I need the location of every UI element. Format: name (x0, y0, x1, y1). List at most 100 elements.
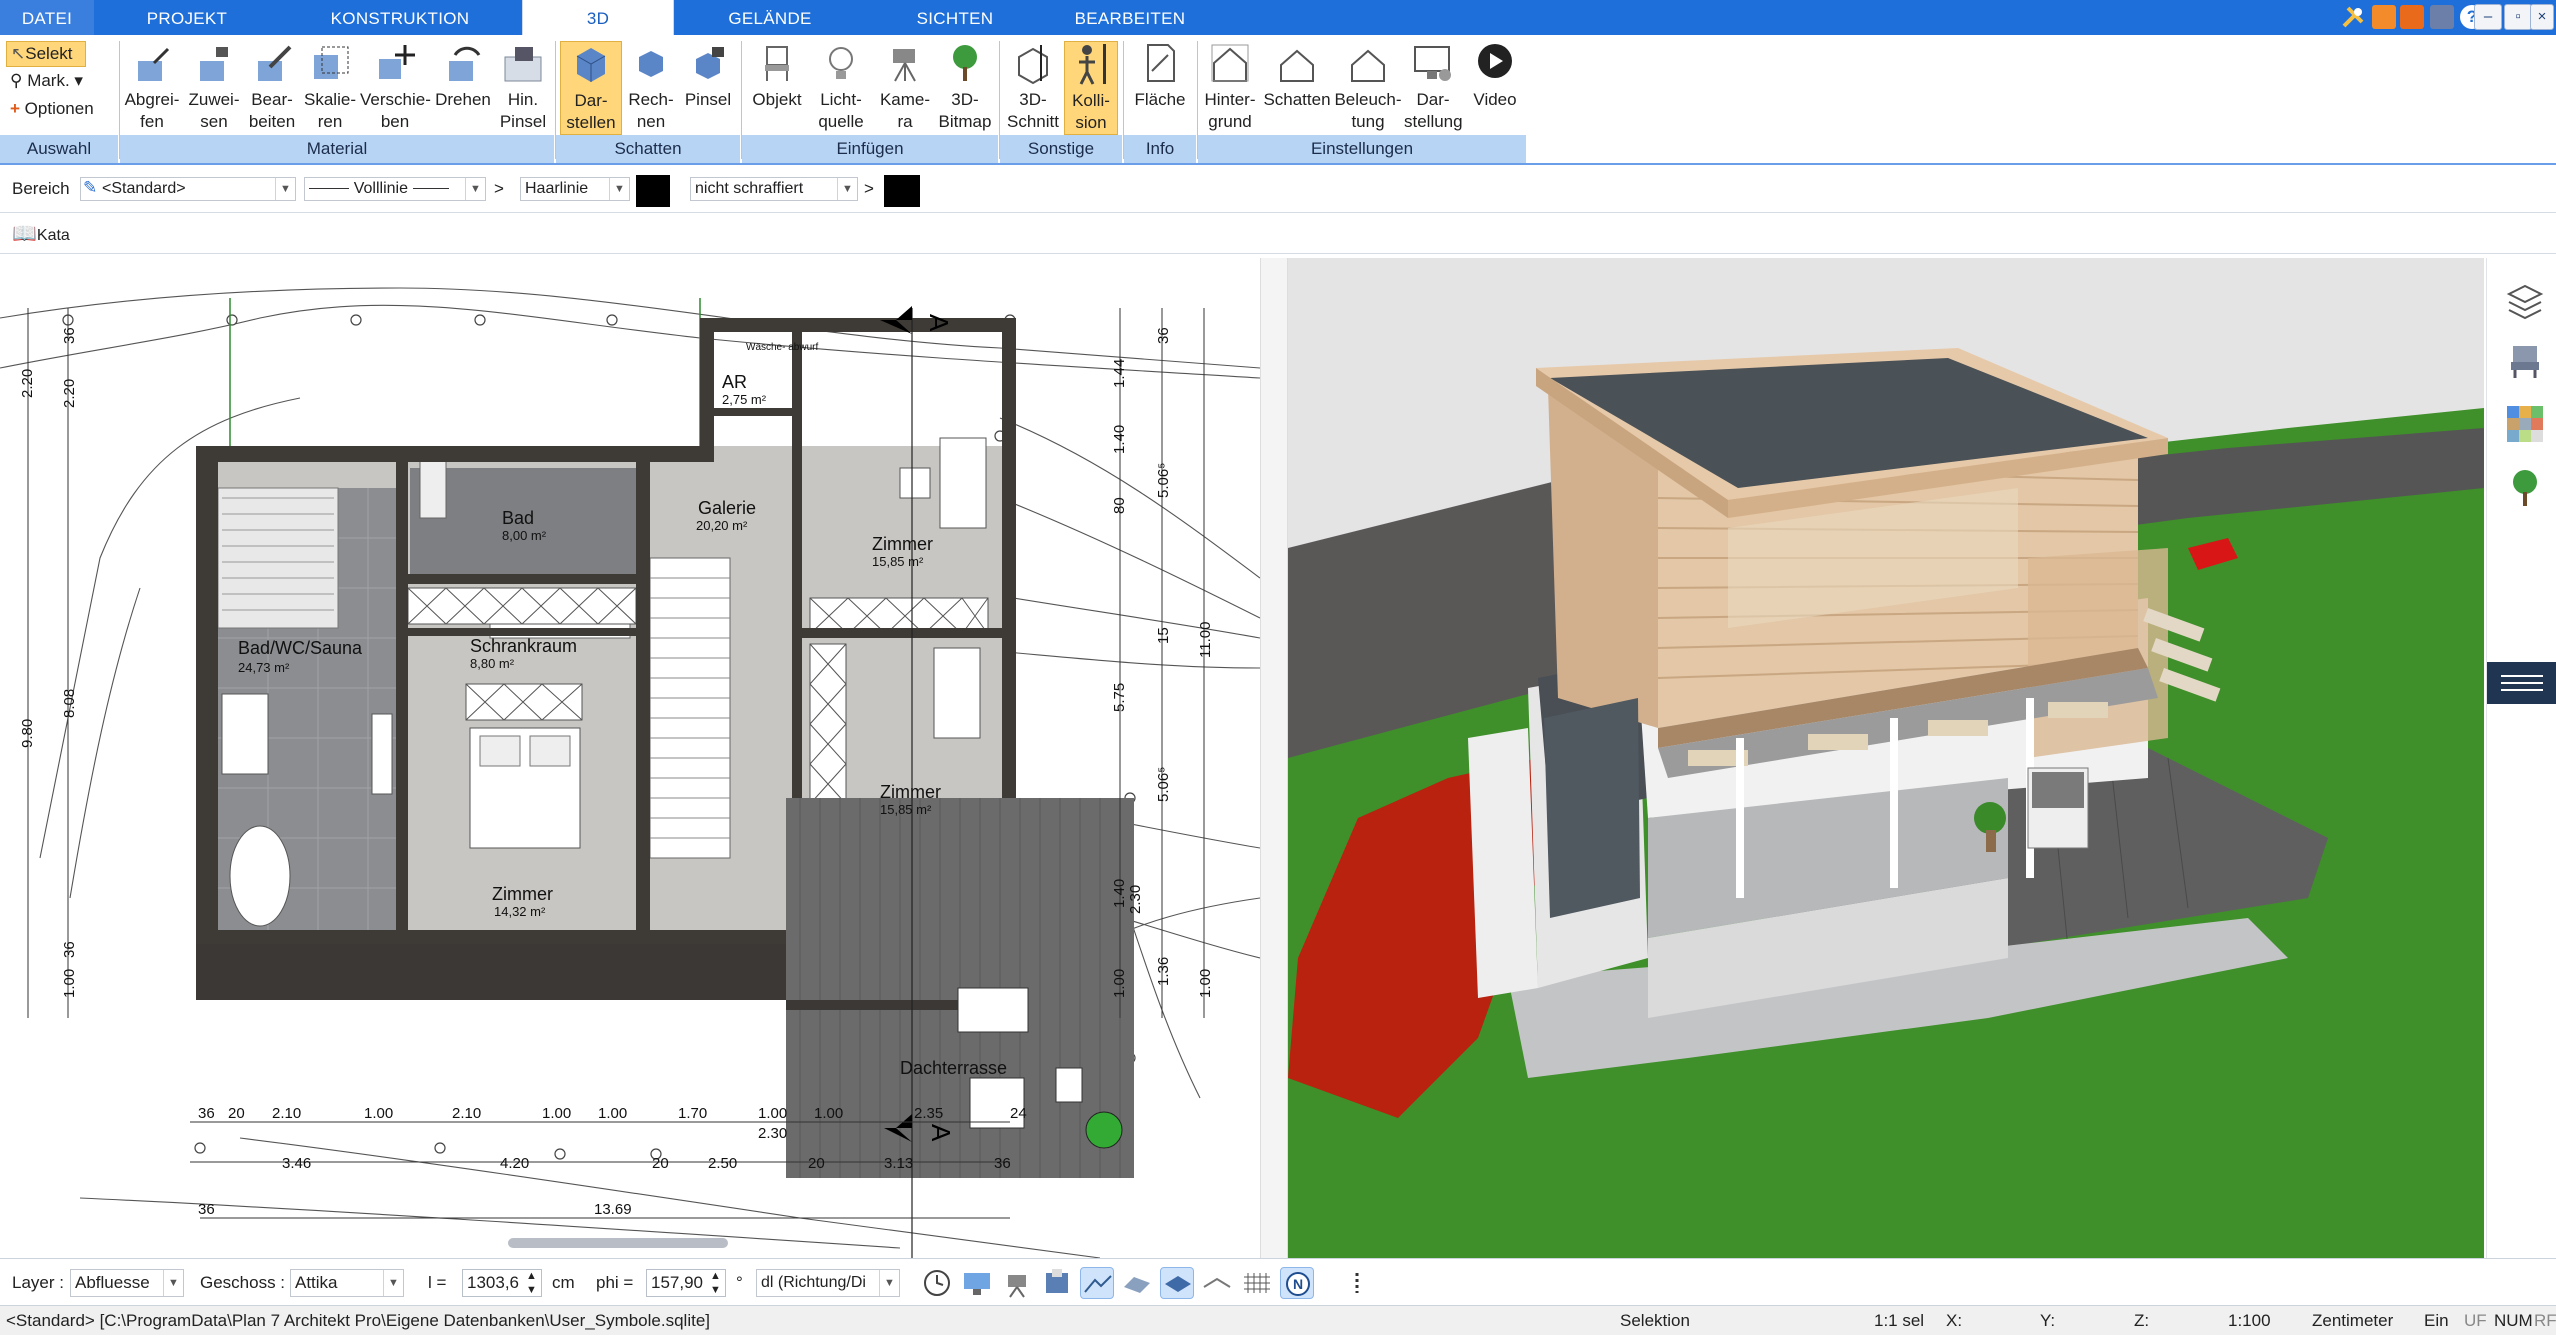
angle-spinner[interactable]: ▲ ▼ (710, 1269, 721, 1297)
insert-camera-button[interactable]: Kame- ra (874, 41, 936, 133)
lighting-button[interactable]: Beleuch- tung (1334, 41, 1402, 133)
selection-scale: 1:1 sel (1874, 1311, 1925, 1330)
catalog-button[interactable]: 📖Kata (12, 220, 70, 248)
plants-icon[interactable] (2505, 468, 2545, 508)
video-button[interactable]: Video (1466, 41, 1524, 111)
svg-text:2.35: 2.35 (914, 1105, 943, 1122)
shadow-settings-button[interactable]: Schatten (1262, 41, 1332, 111)
shadow-brush-button[interactable]: Pinsel (680, 41, 736, 111)
floor-plan-view[interactable]: A A Bad/WC/Sauna 24,73 m² Bad 8,00 m² Sc… (0, 258, 1260, 1258)
svg-text:2.10: 2.10 (272, 1105, 301, 1122)
tab-3d[interactable]: 3D (522, 0, 674, 35)
insert-3dbitmap-button[interactable]: 3D- Bitmap (936, 41, 994, 133)
svg-text:1.36: 1.36 (1155, 957, 1172, 986)
tab-datei[interactable]: DATEI (0, 0, 94, 35)
chevron-down-icon: ▼ (163, 1270, 183, 1296)
print-preview-icon[interactable] (1040, 1267, 1074, 1299)
group-info: Info (1124, 135, 1196, 163)
material-edit-button[interactable]: Bear- beiten (244, 41, 300, 133)
tab-konstruktion[interactable]: KONSTRUKTION (300, 0, 500, 35)
layer-style-icon: ✎ (83, 178, 98, 197)
lightbulb-icon (829, 47, 853, 79)
layers-icon[interactable] (2505, 280, 2545, 320)
plan-horizontal-scrollbar[interactable] (508, 1238, 728, 1248)
mark-button[interactable]: ⚲ Mark. ▾ (10, 71, 83, 91)
restore-button[interactable]: ▫ (2504, 4, 2532, 30)
terrain-icon[interactable] (1080, 1267, 1114, 1299)
tab-sichten[interactable]: SICHTEN (880, 0, 1030, 35)
collision-button[interactable]: Kolli- sion (1064, 41, 1118, 135)
fill-color-swatch[interactable] (884, 175, 920, 207)
clock-icon[interactable] (920, 1267, 954, 1299)
svg-text:2.20: 2.20 (61, 379, 78, 408)
length-spinner[interactable]: ▲ ▼ (526, 1269, 537, 1297)
select-button[interactable]: ↖Selekt (6, 41, 86, 67)
shadow-compute-button[interactable]: Rech- nen (624, 41, 678, 133)
background-button[interactable]: Hinter- grund (1200, 41, 1260, 133)
layers-toggle-icon[interactable] (1160, 1267, 1194, 1299)
materials-icon[interactable] (2505, 404, 2545, 444)
insert-object-button[interactable]: Objekt (746, 41, 808, 111)
room-name: Dachterrasse (900, 1058, 1007, 1078)
direction-select[interactable]: dl (Richtung/Di ▼ (756, 1269, 900, 1297)
layer-label: Layer : (12, 1273, 64, 1292)
uf-indicator: UF (2464, 1311, 2487, 1330)
mode-indicator: Selektion (1620, 1311, 1690, 1330)
section-3d-button[interactable]: 3D- Schnitt (1004, 41, 1062, 133)
display-button[interactable]: Dar- stellung (1404, 41, 1463, 133)
3d-scene (1288, 348, 2484, 1258)
area-info-button[interactable]: Fläche (1128, 41, 1192, 111)
shadow-show-button[interactable]: Dar- stellen (560, 41, 622, 135)
options-button[interactable]: + Optionen (10, 99, 94, 119)
material-scale-button[interactable]: Skalie- ren (300, 41, 360, 133)
x-coordinate: X: (1946, 1311, 1963, 1330)
grid-icon[interactable] (1240, 1267, 1274, 1299)
panel-menu-button[interactable] (2487, 662, 2556, 704)
screen-icon[interactable] (960, 1267, 994, 1299)
svg-text:20: 20 (228, 1105, 245, 1122)
north-icon[interactable]: N (1280, 1267, 1314, 1299)
bereich-select[interactable]: ✎ <Standard> ▼ (80, 177, 296, 201)
tab-bearbeiten[interactable]: BEARBEITEN (1040, 0, 1220, 35)
material-move-button[interactable]: Verschie- ben (360, 41, 431, 133)
line-thickness-select[interactable]: Haarlinie ▼ (520, 177, 630, 201)
storey-select[interactable]: Attika ▼ (290, 1269, 404, 1297)
pane-splitter[interactable] (1260, 258, 1288, 1258)
close-button[interactable]: × (2530, 4, 2554, 30)
layout-icon[interactable] (2372, 5, 2396, 29)
minimize-button[interactable]: – (2474, 4, 2502, 30)
more-options-icon[interactable] (1340, 1267, 1374, 1299)
tab-gelaende[interactable]: GELÄNDE (700, 0, 840, 35)
svg-text:80: 80 (1111, 497, 1128, 514)
hatch-select[interactable]: nicht schraffiert ▼ (690, 177, 858, 201)
cursor-icon: ↖ (11, 44, 26, 63)
furniture-icon[interactable] (2505, 340, 2545, 380)
chevron-down-icon: ▼ (275, 178, 295, 200)
camera-view-icon[interactable] (1000, 1267, 1034, 1299)
print-icon[interactable] (2430, 5, 2454, 29)
insert-light-button[interactable]: Licht- quelle (810, 41, 872, 133)
line-color-swatch[interactable] (636, 175, 670, 207)
tab-projekt[interactable]: PROJEKT (112, 0, 262, 35)
pipette-icon (138, 47, 170, 81)
3d-view[interactable] (1288, 258, 2484, 1258)
hatch-icon[interactable] (1120, 1267, 1154, 1299)
line-type-select[interactable]: Volllinie ▼ (304, 177, 486, 201)
house-bg-icon (1211, 44, 1249, 82)
svg-text:1.00: 1.00 (758, 1105, 787, 1122)
room-area: 2,75 m² (722, 392, 767, 407)
ribbon: ↖Selekt ⚲ Mark. ▾ + Optionen Auswahl Abg… (0, 35, 2556, 165)
tools-icon[interactable] (2340, 4, 2366, 30)
length-unit: cm (552, 1273, 575, 1292)
material-pickup-button[interactable]: Abgrei- fen (122, 41, 182, 133)
material-assign-button[interactable]: Zuwei- sen (186, 41, 242, 133)
snap-icon[interactable] (1200, 1267, 1234, 1299)
room-area: 14,32 m² (494, 904, 546, 919)
layer-select[interactable]: Abfluesse ▼ (70, 1269, 184, 1297)
window-arrange-icon[interactable] (2400, 5, 2424, 29)
monitor-icon (1414, 46, 1451, 81)
mark-icon: ⚲ (10, 71, 23, 90)
room-area: 8,80 m² (470, 656, 515, 671)
material-rotate-button[interactable]: Drehen (432, 41, 494, 111)
hint-brush-button[interactable]: Hin. Pinsel (496, 41, 550, 133)
